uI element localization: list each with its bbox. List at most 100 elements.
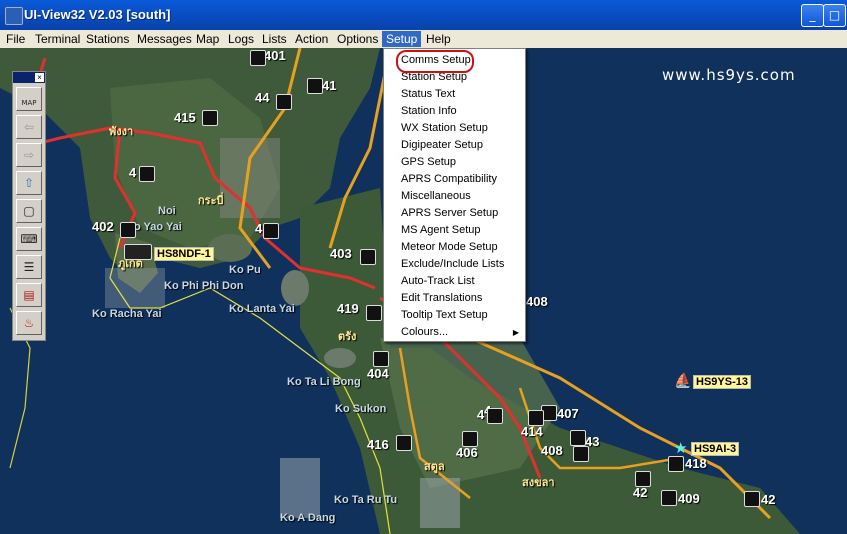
menu-item-ms-agent-setup[interactable]: MS Agent Setup bbox=[384, 222, 525, 239]
map-label: MAP bbox=[21, 99, 37, 107]
station-callsign[interactable]: HS8NDF-1 bbox=[154, 247, 214, 261]
place-label: Ko Ta Ru Tu bbox=[334, 494, 398, 506]
tool-palette: × MAP ⇦ ⇨ ⇧ ▢ ⌨ ☰ ▤ ♨ bbox=[12, 71, 46, 341]
road-number: 416 bbox=[367, 437, 389, 452]
menu-action[interactable]: Action bbox=[295, 32, 328, 47]
province-label: ตรัง bbox=[338, 331, 357, 343]
maximize-button[interactable]: □ bbox=[823, 4, 846, 27]
menu-item-auto-track-list[interactable]: Auto-Track List bbox=[384, 273, 525, 290]
road-number: 402 bbox=[92, 219, 114, 234]
star-station-icon[interactable]: ★ bbox=[674, 441, 688, 456]
menu-item-aprs-compatibility[interactable]: APRS Compatibility bbox=[384, 171, 525, 188]
digipeater-icon[interactable] bbox=[307, 78, 323, 94]
minimize-button[interactable]: _ bbox=[801, 4, 824, 27]
road-number: 403 bbox=[330, 246, 352, 261]
digipeater-icon[interactable] bbox=[635, 471, 651, 487]
title-bar: UI-View32 V2.03 [south] _ □ bbox=[0, 0, 847, 30]
place-label: Ko Ta Li Bong bbox=[287, 376, 361, 388]
digipeater-icon[interactable] bbox=[360, 249, 376, 265]
up-arrow-icon[interactable]: ⇧ bbox=[16, 171, 42, 195]
menu-stations[interactable]: Stations bbox=[86, 32, 129, 47]
menu-item-digipeater-setup[interactable]: Digipeater Setup bbox=[384, 137, 525, 154]
digipeater-icon[interactable] bbox=[139, 166, 155, 182]
road-number: 408 bbox=[541, 443, 563, 458]
back-arrow-icon[interactable]: ⇦ bbox=[16, 115, 42, 139]
menu-item-meteor-mode-setup[interactable]: Meteor Mode Setup bbox=[384, 239, 525, 256]
place-label: Ko Sukon bbox=[335, 403, 387, 415]
menu-item-colours[interactable]: Colours... ▶ bbox=[384, 324, 525, 341]
menu-item-miscellaneous[interactable]: Miscellaneous bbox=[384, 188, 525, 205]
menu-setup[interactable]: Setup bbox=[382, 31, 422, 47]
road-number: 406 bbox=[456, 445, 478, 460]
menu-item-station-info[interactable]: Station Info bbox=[384, 103, 525, 120]
digipeater-icon[interactable] bbox=[276, 94, 292, 110]
digipeater-icon[interactable] bbox=[528, 410, 544, 426]
menu-bar: File Terminal Stations Messages Map Logs… bbox=[0, 30, 847, 49]
menu-item-aprs-server-setup[interactable]: APRS Server Setup bbox=[384, 205, 525, 222]
window-title: UI-View32 V2.03 [south] bbox=[24, 7, 171, 22]
province-label: สตูล bbox=[424, 461, 445, 473]
digipeater-icon[interactable] bbox=[373, 351, 389, 367]
digipeater-icon[interactable] bbox=[570, 430, 586, 446]
highlight-circle bbox=[396, 50, 474, 73]
menu-item-edit-translations[interactable]: Edit Translations bbox=[384, 290, 525, 307]
digipeater-icon[interactable] bbox=[263, 223, 279, 239]
road-number: 41 bbox=[322, 78, 337, 93]
province-label: พังงา bbox=[109, 126, 134, 138]
road-number: 4 bbox=[477, 407, 485, 422]
road-number: 418 bbox=[685, 456, 707, 471]
station-callsign[interactable]: HS9YS-13 bbox=[693, 375, 751, 389]
tool-palette-header[interactable]: × bbox=[13, 72, 45, 83]
place-label: Ko Racha Yai bbox=[92, 308, 162, 320]
digipeater-icon[interactable] bbox=[661, 490, 677, 506]
road-number: 408 bbox=[526, 294, 548, 309]
menu-item-exclude-include-lists[interactable]: Exclude/Include Lists bbox=[384, 256, 525, 273]
road-number: 407 bbox=[557, 406, 579, 421]
digipeater-icon[interactable] bbox=[202, 110, 218, 126]
road-number: 409 bbox=[678, 491, 700, 506]
place-label: Ko Lanta Yai bbox=[229, 303, 295, 315]
menu-file[interactable]: File bbox=[6, 32, 25, 47]
road-number: 419 bbox=[337, 301, 359, 316]
menu-item-wx-station-setup[interactable]: WX Station Setup bbox=[384, 120, 525, 137]
place-label: Ko Pu bbox=[229, 264, 261, 276]
menu-help[interactable]: Help bbox=[426, 32, 451, 47]
station-callsign[interactable]: HS9AI-3 bbox=[691, 442, 740, 456]
submenu-arrow-icon: ▶ bbox=[512, 328, 519, 337]
close-icon[interactable]: × bbox=[35, 73, 44, 82]
weather-icon[interactable]: ♨ bbox=[16, 311, 42, 335]
road-number: 42 bbox=[761, 492, 776, 507]
menu-item-status-text[interactable]: Status Text bbox=[384, 86, 525, 103]
sailboat-icon[interactable]: ⛵ bbox=[674, 374, 691, 388]
menu-map[interactable]: Map bbox=[196, 32, 219, 47]
digipeater-icon[interactable] bbox=[462, 431, 478, 447]
list-icon[interactable]: ☰ bbox=[16, 255, 42, 279]
digipeater-icon[interactable] bbox=[487, 408, 503, 424]
road-number: 414 bbox=[521, 424, 543, 439]
menu-messages[interactable]: Messages bbox=[137, 32, 192, 47]
road-number: 44 bbox=[255, 90, 270, 105]
computer-icon[interactable]: ⌨ bbox=[16, 227, 42, 251]
menu-logs[interactable]: Logs bbox=[228, 32, 254, 47]
house-station-icon[interactable] bbox=[124, 244, 152, 260]
frame-icon[interactable]: ▢ bbox=[16, 199, 42, 223]
menu-options[interactable]: Options bbox=[337, 32, 378, 47]
calendar-icon[interactable]: ▤ bbox=[16, 283, 42, 307]
place-label: Ko A Dang bbox=[280, 512, 336, 524]
map-button[interactable]: MAP bbox=[16, 87, 42, 111]
menu-lists[interactable]: Lists bbox=[262, 32, 287, 47]
menu-item-gps-setup[interactable]: GPS Setup bbox=[384, 154, 525, 171]
digipeater-icon[interactable] bbox=[250, 50, 266, 66]
digipeater-icon[interactable] bbox=[744, 491, 760, 507]
digipeater-icon[interactable] bbox=[366, 305, 382, 321]
app-icon[interactable] bbox=[5, 7, 23, 25]
place-label: Noi bbox=[158, 205, 176, 217]
digipeater-icon[interactable] bbox=[120, 222, 136, 238]
digipeater-icon[interactable] bbox=[396, 435, 412, 451]
digipeater-icon[interactable] bbox=[573, 446, 589, 462]
road-number: 4 bbox=[129, 165, 137, 180]
forward-arrow-icon[interactable]: ⇨ bbox=[16, 143, 42, 167]
digipeater-icon[interactable] bbox=[668, 456, 684, 472]
menu-item-tooltip-text-setup[interactable]: Tooltip Text Setup bbox=[384, 307, 525, 324]
menu-terminal[interactable]: Terminal bbox=[35, 32, 80, 47]
